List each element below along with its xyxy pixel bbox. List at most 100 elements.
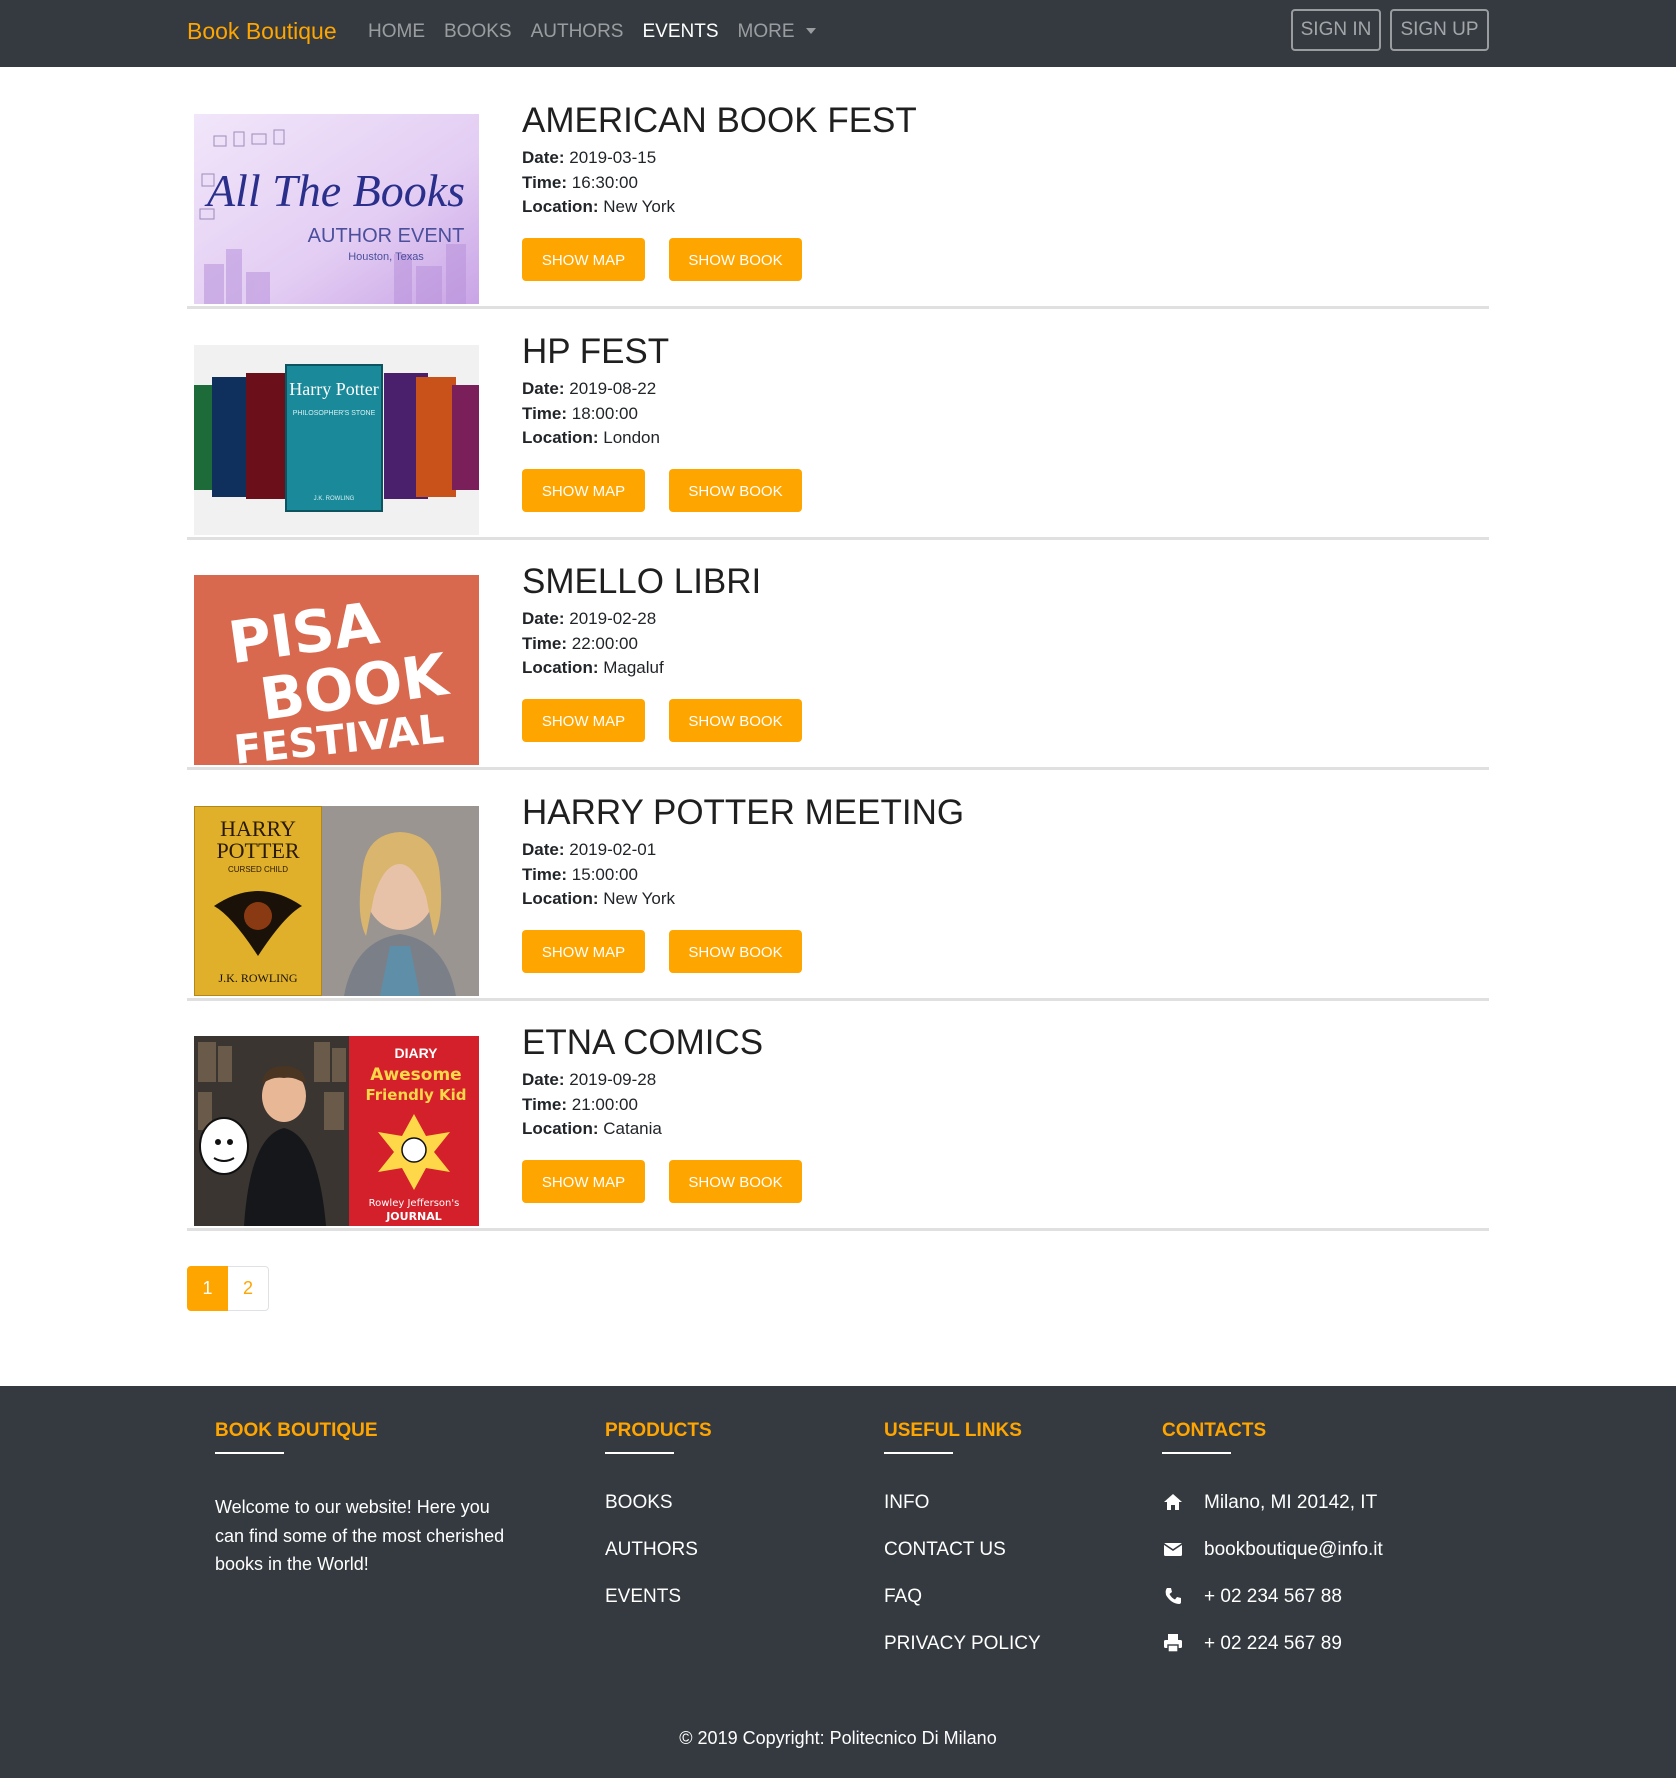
show-map-button[interactable]: SHOW MAP bbox=[522, 1160, 645, 1203]
nav-links: HOME BOOKS AUTHORS EVENTS MORE bbox=[368, 20, 835, 44]
event-date-row: Date: 2019-03-15 bbox=[522, 146, 675, 171]
footer-link-contact-us[interactable]: CONTACT US bbox=[884, 1538, 1041, 1585]
event-card: HARRY POTTER CURSED CHILD J.K. ROWLING H… bbox=[187, 786, 1489, 1001]
contact-address-text: Milano, MI 20142, IT bbox=[1204, 1492, 1378, 1513]
footer-divider bbox=[605, 1452, 674, 1454]
event-time-row: Time: 18:00:00 bbox=[522, 402, 660, 427]
show-map-button[interactable]: SHOW MAP bbox=[522, 469, 645, 512]
show-book-button[interactable]: SHOW BOOK bbox=[669, 699, 802, 742]
footer-about: BOOK BOUTIQUE Welcome to our website! He… bbox=[215, 1418, 515, 1579]
show-book-button[interactable]: SHOW BOOK bbox=[669, 469, 802, 512]
footer-link-events[interactable]: EVENTS bbox=[605, 1585, 712, 1632]
event-date-row: Date: 2019-08-22 bbox=[522, 377, 660, 402]
show-book-button[interactable]: SHOW BOOK bbox=[669, 1160, 802, 1203]
contact-email-text[interactable]: bookboutique@info.it bbox=[1204, 1538, 1383, 1562]
event-card: PISA BOOK FESTIVAL SMELLO LIBRI Date: 20… bbox=[187, 555, 1489, 770]
event-details: Date: 2019-09-28 Time: 21:00:00 Location… bbox=[522, 1068, 662, 1142]
brand-logo[interactable]: Book Boutique bbox=[187, 16, 337, 46]
nav-more-label: MORE bbox=[737, 21, 795, 42]
phone-icon bbox=[1162, 1585, 1184, 1607]
footer-useful-links-list: INFO CONTACT US FAQ PRIVACY POLICY bbox=[884, 1491, 1041, 1679]
event-image-text: Harry Potter bbox=[289, 379, 378, 399]
event-date: 2019-09-28 bbox=[569, 1070, 657, 1089]
footer-link-faq[interactable]: FAQ bbox=[884, 1585, 1041, 1632]
location-label: Location: bbox=[522, 428, 599, 447]
event-date: 2019-02-28 bbox=[569, 609, 657, 628]
event-location: London bbox=[603, 428, 660, 447]
event-date-row: Date: 2019-02-01 bbox=[522, 838, 675, 863]
navbar: Book Boutique HOME BOOKS AUTHORS EVENTS … bbox=[0, 0, 1676, 67]
sign-up-button[interactable]: SIGN UP bbox=[1390, 9, 1489, 51]
event-location: Catania bbox=[603, 1119, 662, 1138]
footer-contacts: CONTACTS Milano, MI 20142, IT bookboutiq… bbox=[1162, 1418, 1383, 1679]
show-map-button[interactable]: SHOW MAP bbox=[522, 930, 645, 973]
footer-products: PRODUCTS BOOKS AUTHORS EVENTS bbox=[605, 1418, 712, 1632]
date-label: Date: bbox=[522, 148, 565, 167]
event-location: New York bbox=[603, 197, 676, 216]
event-date: 2019-03-15 bbox=[569, 148, 657, 167]
nav-authors[interactable]: AUTHORS bbox=[531, 20, 624, 44]
contact-address: Milano, MI 20142, IT bbox=[1162, 1491, 1383, 1538]
event-card: Harry Potter PHILOSOPHER'S STONE J.K. RO… bbox=[187, 325, 1489, 540]
date-label: Date: bbox=[522, 609, 565, 628]
show-book-button[interactable]: SHOW BOOK bbox=[669, 238, 802, 281]
location-label: Location: bbox=[522, 658, 599, 677]
nav-events[interactable]: EVENTS bbox=[642, 20, 718, 44]
event-time: 16:30:00 bbox=[571, 172, 638, 192]
event-location-row: Location: Catania bbox=[522, 1117, 662, 1142]
time-label: Time: bbox=[522, 403, 568, 423]
event-location-row: Location: New York bbox=[522, 887, 675, 912]
event-date-row: Date: 2019-09-28 bbox=[522, 1068, 662, 1093]
footer-link-authors[interactable]: AUTHORS bbox=[605, 1538, 712, 1585]
event-image-text: JOURNAL bbox=[385, 1210, 442, 1223]
event-image-text: J.K. ROWLING bbox=[314, 496, 355, 502]
footer-link-privacy-policy[interactable]: PRIVACY POLICY bbox=[884, 1632, 1041, 1679]
event-image: HARRY POTTER CURSED CHILD J.K. ROWLING bbox=[194, 806, 479, 996]
footer-link-info[interactable]: INFO bbox=[884, 1491, 1041, 1538]
show-map-button[interactable]: SHOW MAP bbox=[522, 699, 645, 742]
footer-link-books[interactable]: BOOKS bbox=[605, 1491, 712, 1538]
event-details: Date: 2019-02-28 Time: 22:00:00 Location… bbox=[522, 607, 664, 681]
print-icon bbox=[1162, 1632, 1184, 1654]
page-link-1[interactable]: 1 bbox=[187, 1266, 228, 1311]
event-image-text: DIARY bbox=[394, 1045, 438, 1061]
contact-fax: + 02 224 567 89 bbox=[1162, 1632, 1383, 1679]
event-details: Date: 2019-03-15 Time: 16:30:00 Location… bbox=[522, 146, 675, 220]
show-book-button[interactable]: SHOW BOOK bbox=[669, 930, 802, 973]
sign-in-button[interactable]: SIGN IN bbox=[1291, 9, 1381, 51]
event-image-text: Awesome bbox=[370, 1065, 461, 1085]
event-image-text: CURSED CHILD bbox=[228, 865, 288, 874]
event-time-row: Time: 21:00:00 bbox=[522, 1093, 662, 1118]
event-title: SMELLO LIBRI bbox=[522, 562, 762, 601]
event-title: AMERICAN BOOK FEST bbox=[522, 101, 917, 140]
page-link-2[interactable]: 2 bbox=[228, 1266, 269, 1311]
pagination: 1 2 bbox=[187, 1266, 269, 1311]
event-date: 2019-08-22 bbox=[569, 379, 657, 398]
event-card: All The Books AUTHOR EVENT Houston, Texa… bbox=[187, 94, 1489, 309]
date-label: Date: bbox=[522, 840, 565, 859]
event-image: Harry Potter PHILOSOPHER'S STONE J.K. RO… bbox=[194, 345, 479, 535]
event-time-row: Time: 22:00:00 bbox=[522, 632, 664, 657]
nav-books[interactable]: BOOKS bbox=[444, 20, 512, 44]
event-time: 22:00:00 bbox=[571, 633, 638, 653]
event-time: 18:00:00 bbox=[571, 403, 638, 423]
nav-home[interactable]: HOME bbox=[368, 20, 425, 44]
date-label: Date: bbox=[522, 379, 565, 398]
event-location-row: Location: Magaluf bbox=[522, 656, 664, 681]
footer-useful-links-title: USEFUL LINKS bbox=[884, 1420, 1022, 1441]
event-time-row: Time: 15:00:00 bbox=[522, 863, 675, 888]
footer-contacts-list: Milano, MI 20142, IT bookboutique@info.i… bbox=[1162, 1491, 1383, 1679]
location-label: Location: bbox=[522, 1119, 599, 1138]
nav-more-dropdown[interactable]: MORE bbox=[738, 20, 816, 44]
contact-email: bookboutique@info.it bbox=[1162, 1538, 1383, 1585]
footer: BOOK BOUTIQUE Welcome to our website! He… bbox=[0, 1386, 1676, 1778]
event-image-text: PHILOSOPHER'S STONE bbox=[293, 410, 376, 417]
time-label: Time: bbox=[522, 633, 568, 653]
event-details: Date: 2019-08-22 Time: 18:00:00 Location… bbox=[522, 377, 660, 451]
footer-divider bbox=[1162, 1452, 1231, 1454]
footer-contacts-title: CONTACTS bbox=[1162, 1420, 1267, 1441]
footer-divider bbox=[884, 1452, 953, 1454]
show-map-button[interactable]: SHOW MAP bbox=[522, 238, 645, 281]
event-date: 2019-02-01 bbox=[569, 840, 657, 859]
contact-fax-text: + 02 224 567 89 bbox=[1204, 1633, 1342, 1654]
